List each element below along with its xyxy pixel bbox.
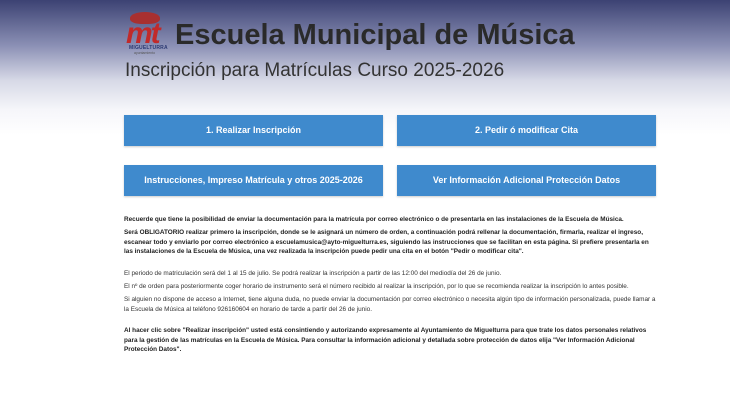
instrucciones-button[interactable]: Instrucciones, Impreso Matrícula y otros… <box>124 165 383 196</box>
page-header: mt MIGUELTURRA ayuntamiento Escuela Muni… <box>125 12 685 84</box>
info-paragraph-numero-orden: El nº de orden para posteriormente coger… <box>124 283 629 291</box>
info-paragraph-periodo: El periodo de matriculación será del 1 a… <box>124 269 502 277</box>
page-title: Escuela Municipal de Música <box>175 19 575 51</box>
info-paragraph-documentacion: Recuerde que tiene la posibilidad de env… <box>124 216 624 223</box>
page-subtitle: Inscripción para Matrículas Curso 2025-2… <box>125 60 505 81</box>
info-paragraph-consentimiento: Al hacer clic sobre "Realizar inscripció… <box>124 327 647 354</box>
pedir-cita-button[interactable]: 2. Pedir ó modificar Cita <box>397 115 656 146</box>
info-paragraph-obligatorio: Será OBLIGATORIO realizar primero la ins… <box>124 229 649 256</box>
info-section: Recuerde que tiene la posibilidad de env… <box>124 215 657 358</box>
info-paragraph-contacto: Si alguien no dispone de acceso a Intern… <box>124 296 656 313</box>
realizar-inscripcion-button[interactable]: 1. Realizar Inscripción <box>124 115 383 146</box>
logo-subtext: ayuntamiento <box>134 51 156 55</box>
proteccion-datos-button[interactable]: Ver Información Adicional Protección Dat… <box>397 165 656 196</box>
miguelturra-logo: mt MIGUELTURRA ayuntamiento <box>125 12 169 56</box>
